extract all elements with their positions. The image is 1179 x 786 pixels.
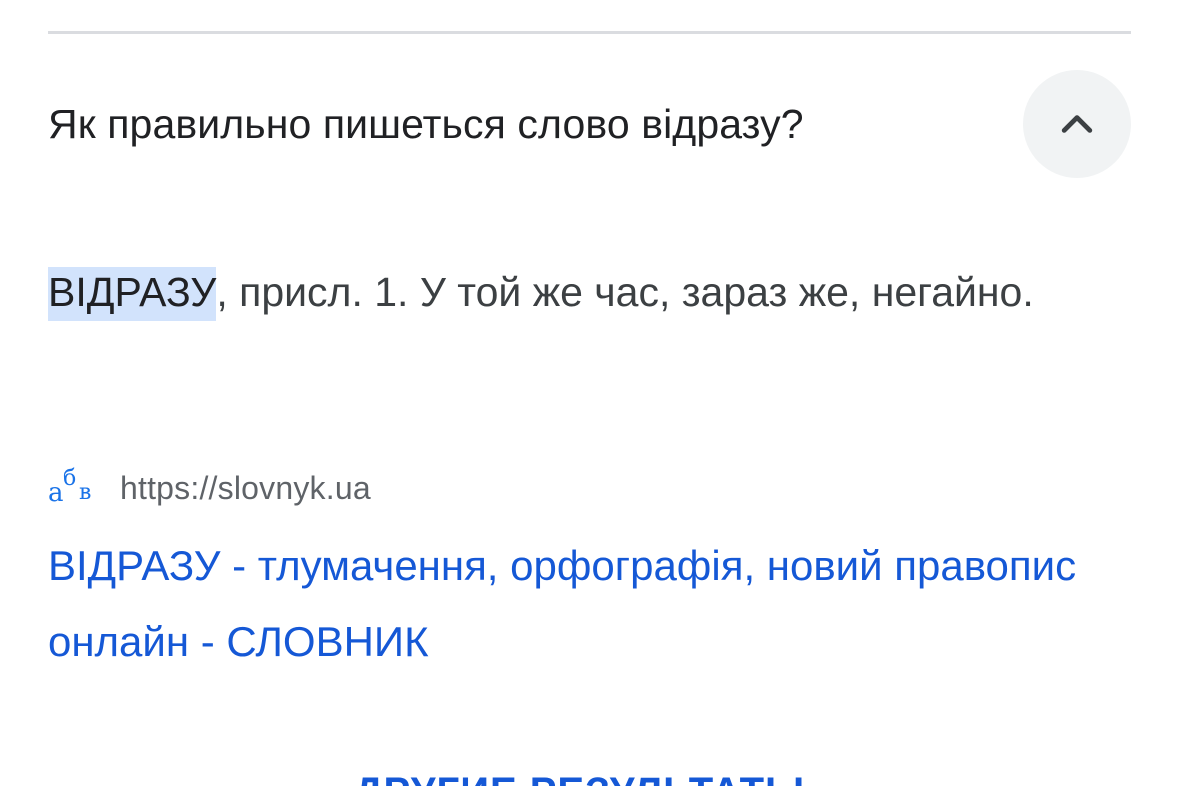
result-title-link[interactable]: ВІДРАЗУ - тлумачення, орфографія, новий … [48, 528, 1098, 680]
search-results-page: Як правильно пишеться слово відразу? ВІД… [0, 0, 1179, 786]
faq-question-row[interactable]: Як правильно пишеться слово відразу? [48, 70, 1131, 180]
favicon-letter-b: б [63, 466, 77, 491]
favicon-letter-a: а [48, 478, 64, 508]
slovnyk-favicon-icon: а б в [48, 466, 100, 508]
source-url[interactable]: https://slovnyk.ua [120, 470, 371, 507]
more-results-button[interactable]: ДРУГИЕ РЕЗУЛЬТАТЫ [354, 770, 805, 786]
collapse-button[interactable] [1023, 70, 1131, 178]
favicon-letter-v: в [79, 480, 92, 505]
chevron-up-icon [1061, 115, 1093, 133]
answer-highlight: ВІДРАЗУ [48, 267, 217, 321]
answer-text: , присл. 1. У той же час, зараз же, нега… [216, 269, 1034, 315]
top-divider [48, 31, 1131, 34]
source-row[interactable]: а б в https://slovnyk.ua [48, 466, 371, 510]
faq-answer: ВІДРАЗУ, присл. 1. У той же час, зараз ж… [48, 256, 1048, 328]
faq-question[interactable]: Як правильно пишеться слово відразу? [48, 98, 804, 150]
